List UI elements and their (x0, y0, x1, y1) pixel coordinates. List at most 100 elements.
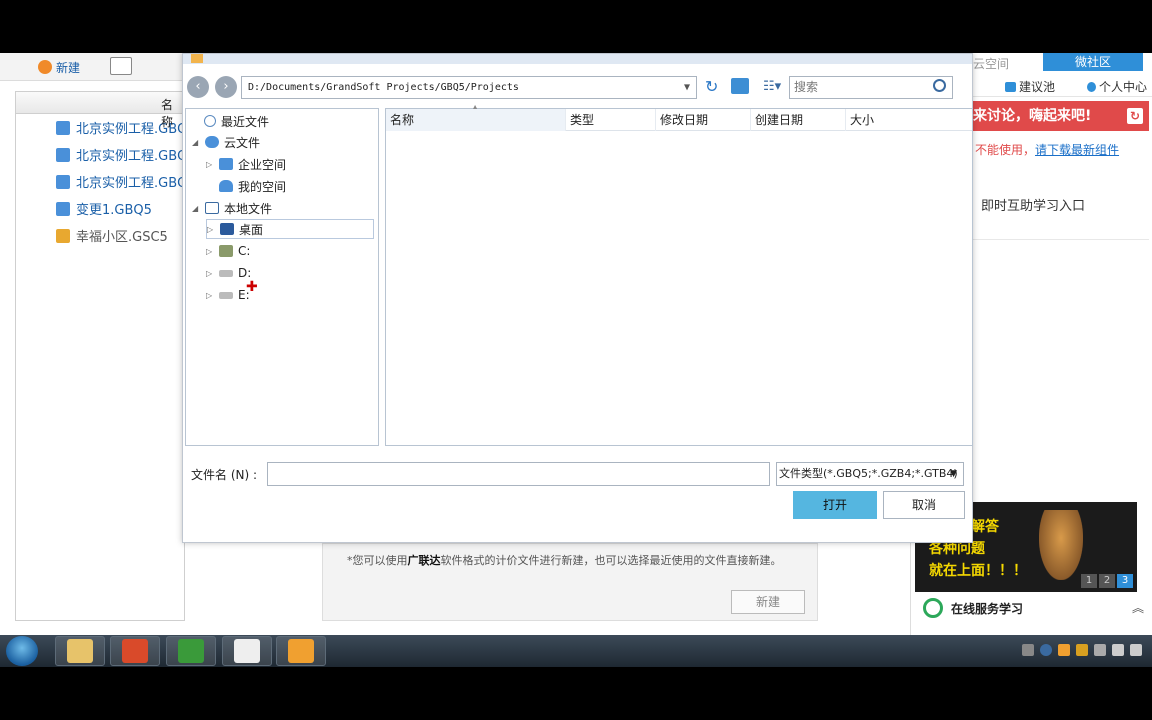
mouse-cursor-icon: ✚ (246, 279, 258, 295)
column-name[interactable]: 名称 (386, 109, 566, 131)
filetype-select[interactable]: 文件类型(*.GBQ5;*.GZB4;*.GTB4) ▼ (776, 462, 964, 486)
column-modified[interactable]: 修改日期 (656, 109, 751, 131)
tree-item-enterprise[interactable]: ▷ 企业空间 (206, 154, 286, 174)
taskbar-app-explorer[interactable] (55, 636, 105, 666)
refresh-icon[interactable]: ↻ (705, 77, 718, 96)
file-row[interactable]: 北京实例工程.GBQ (16, 141, 187, 168)
app-tray-icon[interactable] (1058, 644, 1070, 656)
column-type[interactable]: 类型 (566, 109, 656, 131)
gbq-file-icon (56, 201, 70, 216)
new-folder-icon[interactable] (731, 78, 749, 94)
network-icon[interactable] (1130, 644, 1142, 656)
folder-tree: 最近文件 ◢ 云文件 ▷ 企业空间 我的空间 ◢ 本地文件 ▷ 桌面 ▷ C: … (185, 108, 379, 446)
filename-input[interactable] (267, 462, 770, 486)
pager-dot[interactable]: 1 (1081, 574, 1097, 588)
new-button[interactable]: 新建 (38, 57, 80, 77)
volume-icon[interactable] (1112, 644, 1124, 656)
app-c-icon (178, 639, 204, 663)
tree-item-my-space[interactable]: 我的空间 (219, 176, 286, 196)
expand-triangle-icon[interactable]: ▷ (206, 247, 214, 256)
online-service[interactable]: 在线服务学习 (923, 598, 1023, 618)
component-warning: 不能使用，请下载最新组件 (975, 143, 1120, 157)
open-button[interactable]: 打开 (793, 491, 877, 519)
tree-item-cloud[interactable]: ◢ 云文件 (192, 132, 260, 152)
new-project-panel: *您可以使用广联达软件格式的计价文件进行新建，也可以选择最近使用的文件直接新建。… (322, 543, 818, 621)
tree-item-desktop[interactable]: ▷ 桌面 (206, 219, 374, 239)
personal-center-link[interactable]: 个人中心 (1087, 78, 1147, 95)
tree-item-drive-e[interactable]: ▷ E: (206, 285, 250, 305)
device-icon[interactable] (1094, 644, 1106, 656)
desktop-icon (220, 223, 234, 235)
dialog-title-bar (183, 54, 972, 64)
tree-item-recent[interactable]: 最近文件 (204, 111, 269, 131)
chevron-down-icon[interactable]: ▼ (950, 463, 957, 485)
search-input[interactable]: 搜索 (789, 76, 953, 99)
back-button[interactable]: ‹ (187, 76, 209, 98)
user-icon (219, 180, 233, 192)
glodon-icon (288, 639, 314, 663)
list-header: ▲ 名称 类型 修改日期 创建日期 大小 (386, 103, 973, 131)
create-button[interactable]: 新建 (731, 590, 805, 614)
pager-dot[interactable]: 2 (1099, 574, 1115, 588)
column-created[interactable]: 创建日期 (751, 109, 846, 131)
expand-triangle-icon[interactable]: ▷ (206, 291, 214, 300)
filename-label: 文件名 (N) : (191, 468, 258, 482)
tab-micro-community[interactable]: 微社区 (1043, 53, 1143, 71)
file-list-view: ▲ 名称 类型 修改日期 创建日期 大小 (385, 103, 973, 446)
tab-cloud-space[interactable]: 云空间 (973, 55, 1009, 72)
column-size[interactable]: 大小 (846, 109, 973, 131)
sync-icon[interactable] (1076, 644, 1088, 656)
system-tray (1022, 644, 1142, 656)
toolbar-icon-button[interactable] (110, 57, 132, 75)
file-row[interactable]: 变更1.GBQ5 (16, 195, 184, 222)
system-drive-icon (219, 245, 233, 257)
new-hint: *您可以使用广联达软件格式的计价文件进行新建，也可以选择最近使用的文件直接新建。 (347, 554, 782, 567)
keyboard-icon[interactable] (1022, 644, 1034, 656)
collapse-triangle-icon[interactable]: ◢ (192, 138, 200, 147)
gsc-file-icon (56, 228, 70, 243)
suggest-link[interactable]: 建议池 (1005, 78, 1055, 95)
learning-entry[interactable]: 即时互助学习入口 (981, 195, 1085, 214)
taskbar-app-white[interactable] (222, 636, 272, 666)
clock-icon (204, 115, 216, 127)
tree-item-drive-d[interactable]: ▷ D: (206, 263, 251, 283)
collapse-icon[interactable]: ︽ (1132, 599, 1144, 616)
view-mode-icon[interactable]: ☷▾ (763, 79, 781, 94)
headset-icon (923, 598, 943, 618)
drive-icon (219, 269, 233, 277)
ad-pager: 1 2 3 (1081, 574, 1133, 588)
search-icon[interactable] (933, 79, 946, 92)
chat-icon (1005, 81, 1016, 92)
computer-icon (205, 202, 219, 214)
download-component-link[interactable]: 请下载最新组件 (1035, 143, 1119, 157)
collapse-triangle-icon[interactable]: ◢ (192, 204, 200, 213)
file-row[interactable]: 北京实例工程.GBQ (16, 168, 187, 195)
start-button[interactable] (6, 636, 38, 666)
address-bar[interactable]: D:/Documents/GrandSoft Projects/GBQ5/Pro… (241, 76, 697, 99)
open-file-dialog: ‹ › D:/Documents/GrandSoft Projects/GBQ5… (182, 53, 973, 543)
expand-triangle-icon[interactable]: ▷ (206, 160, 214, 169)
tree-item-drive-c[interactable]: ▷ C: (206, 241, 250, 261)
forward-button[interactable]: › (215, 76, 237, 98)
file-row[interactable]: 北京实例工程.GBQ (16, 114, 187, 141)
file-row[interactable]: 幸福小区.GSC5 (16, 222, 184, 249)
cancel-button[interactable]: 取消 (883, 491, 965, 519)
folder-icon (67, 639, 93, 663)
tree-item-local[interactable]: ◢ 本地文件 (192, 198, 272, 218)
pager-dot[interactable]: 3 (1117, 574, 1133, 588)
drive-icon (219, 291, 233, 299)
taskbar-app-orange[interactable] (276, 636, 326, 666)
taskbar (0, 635, 1152, 667)
help-icon[interactable] (1040, 644, 1052, 656)
recent-file-list: 名称 北京实例工程.GBQ 北京实例工程.GBQ 北京实例工程.GBQ 变更1.… (15, 91, 187, 621)
expand-triangle-icon[interactable]: ▷ (206, 269, 214, 278)
taskbar-app-pdf[interactable] (110, 636, 160, 666)
chevron-down-icon[interactable]: ▼ (684, 77, 690, 98)
gbq-file-icon (56, 174, 70, 189)
refresh-icon[interactable]: ↻ (1127, 108, 1143, 124)
cat-image (1039, 510, 1083, 580)
taskbar-app-green[interactable] (166, 636, 216, 666)
file-list-header: 名称 (16, 92, 184, 129)
expand-triangle-icon[interactable]: ▷ (207, 225, 215, 234)
cloud-icon (205, 136, 219, 148)
